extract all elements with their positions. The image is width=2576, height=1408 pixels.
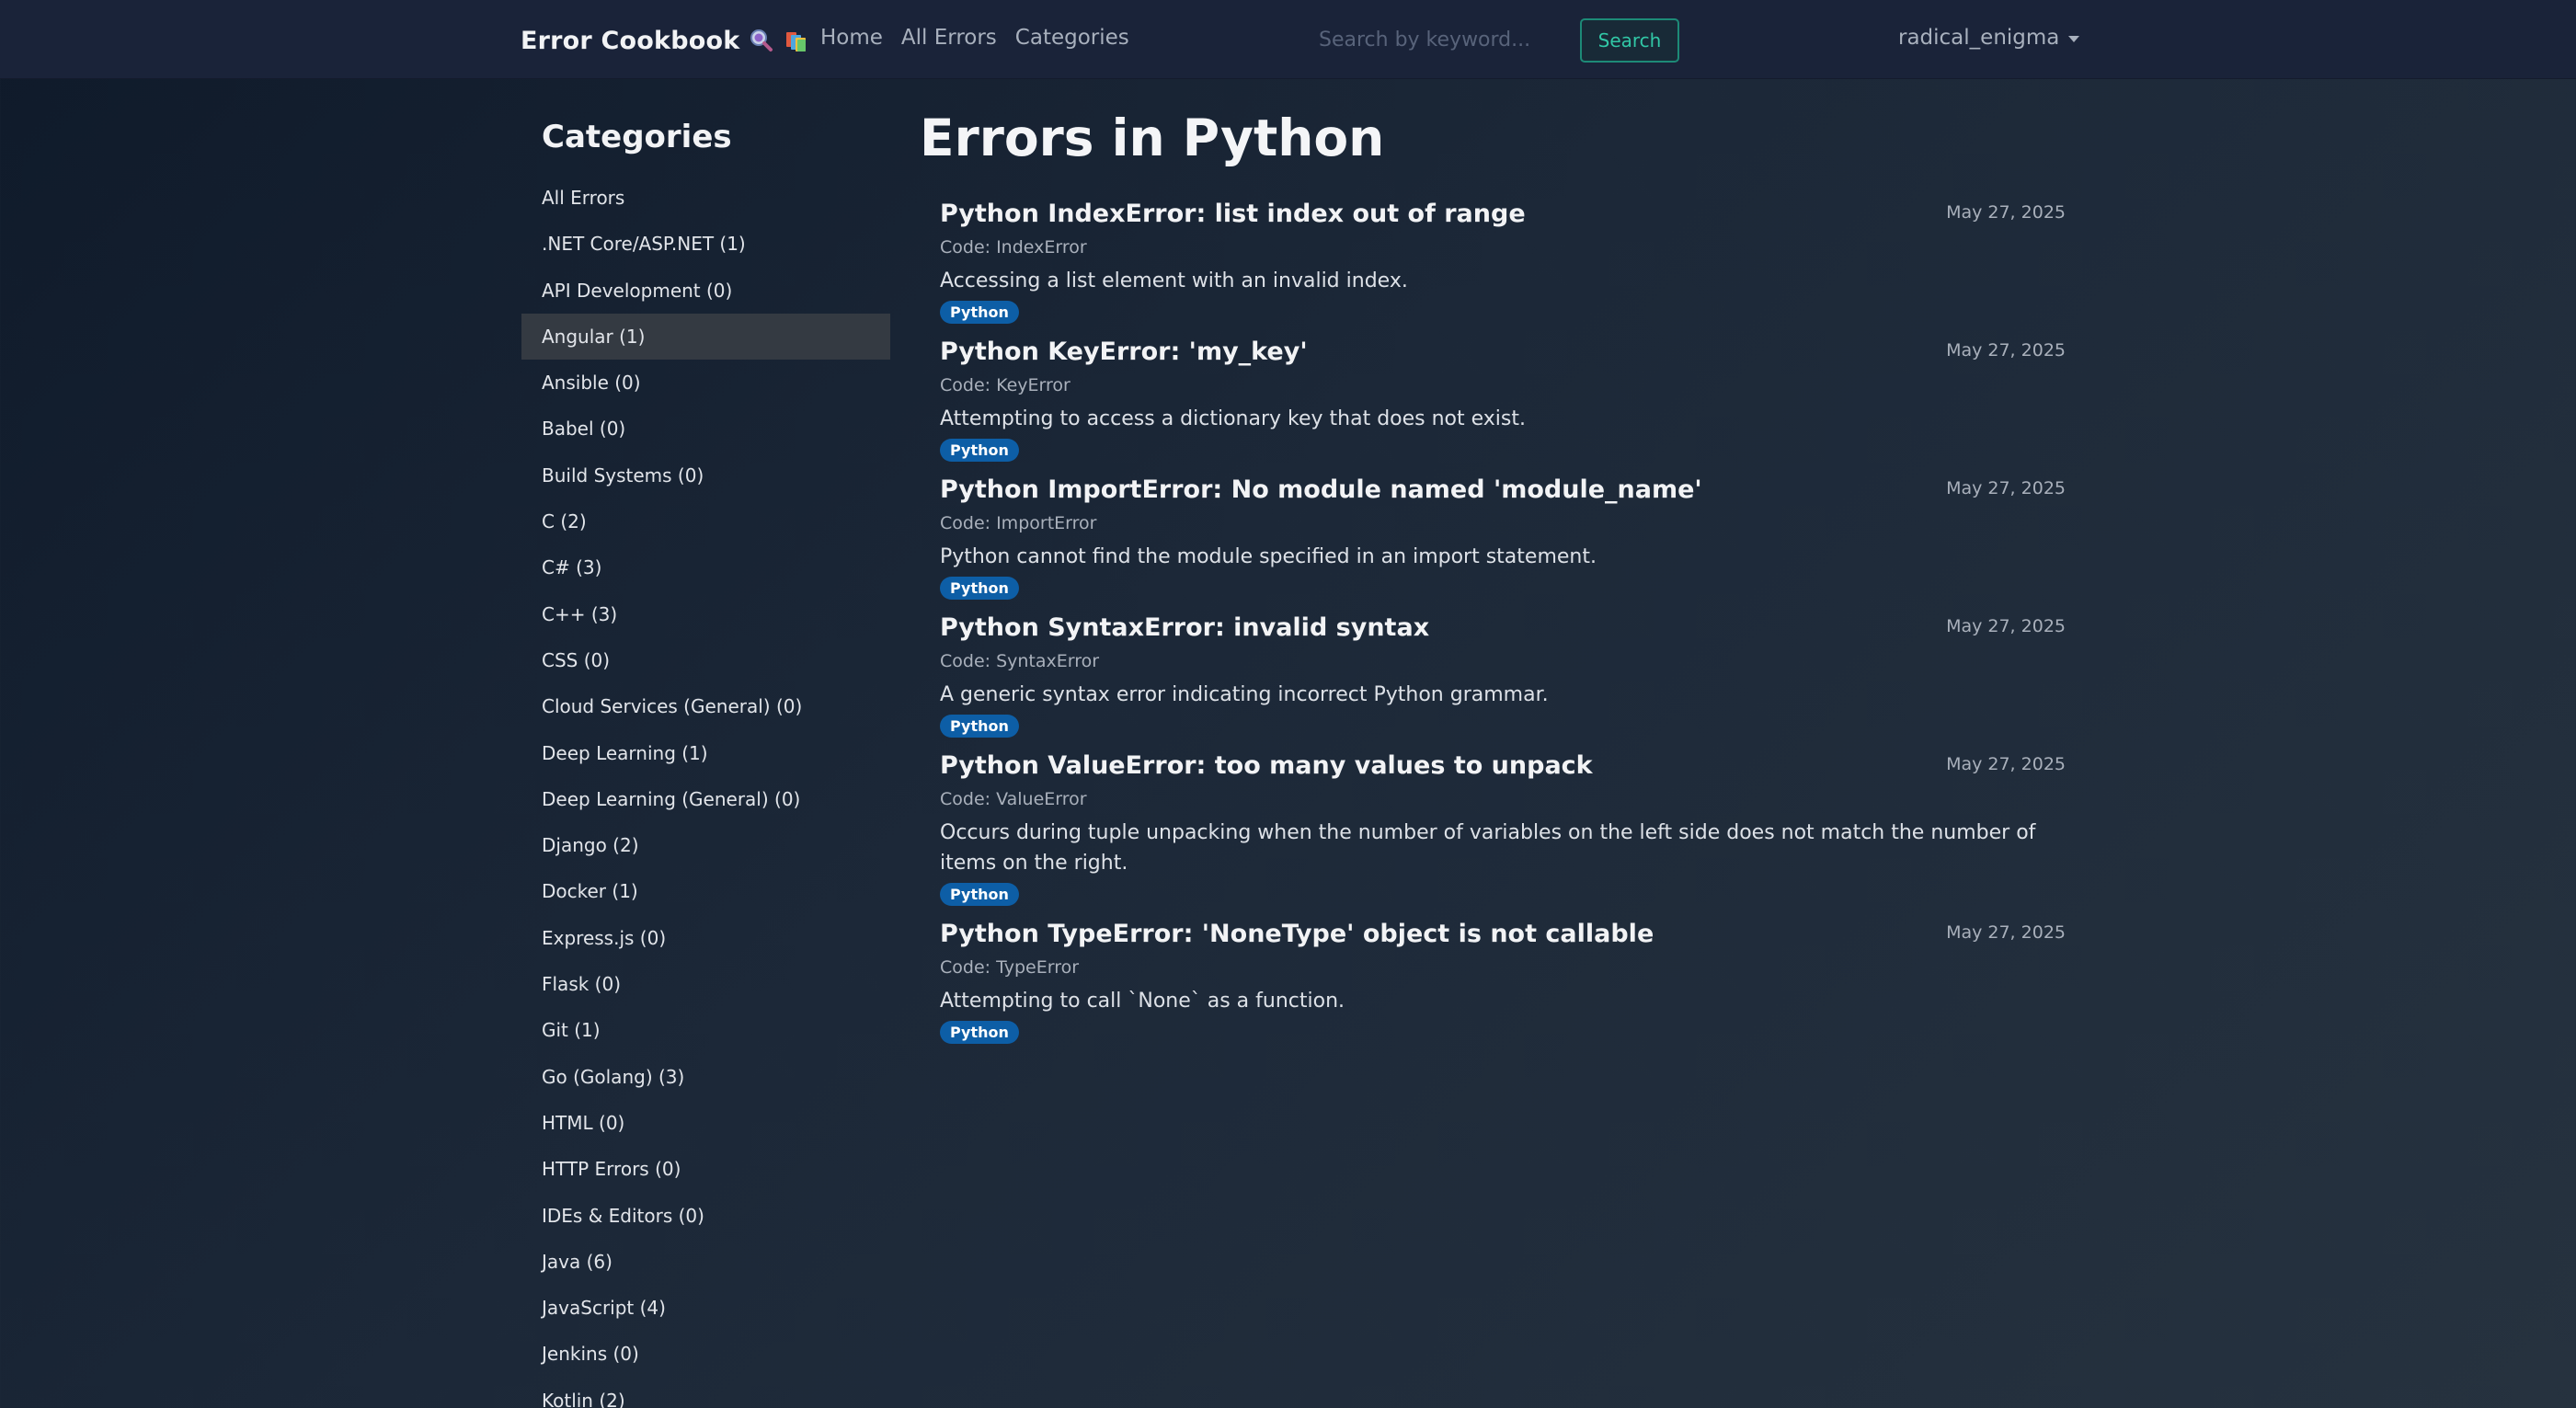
error-title-link[interactable]: Python ValueError: too many values to un… xyxy=(940,750,1933,782)
chevron-down-icon[interactable] xyxy=(2068,36,2080,42)
nav-link-all-errors[interactable]: All Errors xyxy=(901,26,997,50)
sidebar-item-category[interactable]: Jenkins (0) xyxy=(521,1331,890,1377)
language-tag-badge[interactable]: Python xyxy=(940,577,1019,600)
error-list: Python IndexError: list index out of ran… xyxy=(920,199,2080,1044)
tag-row: Python xyxy=(940,572,2080,600)
error-title-link[interactable]: Python KeyError: 'my_key' xyxy=(940,337,1933,368)
sidebar-item-category[interactable]: JavaScript (4) xyxy=(521,1285,890,1331)
error-description: Occurs during tuple unpacking when the n… xyxy=(940,821,2036,875)
error-date: May 27, 2025 xyxy=(1946,922,2066,943)
error-description: A generic syntax error indicating incorr… xyxy=(940,683,1549,706)
tag-row: Python xyxy=(940,878,2080,906)
sidebar-title: Categories xyxy=(542,119,732,155)
sidebar-item-category[interactable]: Build Systems (0) xyxy=(521,452,890,498)
error-list-item[interactable]: Python IndexError: list index out of ran… xyxy=(940,199,2080,324)
search-input[interactable] xyxy=(1304,20,1571,59)
tag-row: Python xyxy=(940,296,2080,324)
error-title-link[interactable]: Python IndexError: list index out of ran… xyxy=(940,199,1933,230)
sidebar-item-category[interactable]: Ansible (0) xyxy=(521,360,890,406)
error-description: Accessing a list element with an invalid… xyxy=(940,269,1408,292)
error-list-item[interactable]: Python ValueError: too many values to un… xyxy=(940,750,2080,906)
error-list-item[interactable]: Python SyntaxError: invalid syntax May 27… xyxy=(940,612,2080,738)
brand-title[interactable]: Error Cookbook xyxy=(521,27,739,55)
error-list-item[interactable]: Python ImportError: No module named 'mod… xyxy=(940,475,2080,600)
brand[interactable]: Error Cookbook xyxy=(521,24,809,57)
sidebar-item-category[interactable]: Express.js (0) xyxy=(521,915,890,961)
error-title-link[interactable]: Python SyntaxError: invalid syntax xyxy=(940,612,1933,644)
main-content: Errors in Python Python IndexError: list… xyxy=(920,103,2080,1057)
language-tag-badge[interactable]: Python xyxy=(940,439,1019,462)
error-code: Code: ValueError xyxy=(940,789,1087,809)
tag-row: Python xyxy=(940,710,2080,738)
error-date: May 27, 2025 xyxy=(1946,616,2066,636)
magnifier-icon xyxy=(749,28,774,53)
sidebar-item-category[interactable]: Kotlin (2) xyxy=(521,1378,890,1408)
sidebar-item-category[interactable]: Babel (0) xyxy=(521,406,890,452)
error-date: May 27, 2025 xyxy=(1946,478,2066,498)
sidebar-item-category[interactable]: Git (1) xyxy=(521,1007,890,1053)
error-date: May 27, 2025 xyxy=(1946,340,2066,361)
sidebar-item-category[interactable]: Deep Learning (1) xyxy=(521,730,890,776)
language-tag-badge[interactable]: Python xyxy=(940,715,1019,738)
categories-sidebar: Categories All Errors .NET Core/ASP.NET (… xyxy=(521,114,890,1408)
sidebar-item-category[interactable]: C (2) xyxy=(521,498,890,544)
nav-links: Home All Errors Categories xyxy=(820,26,1148,50)
error-date: May 27, 2025 xyxy=(1946,202,2066,223)
sidebar-item-category[interactable]: Angular (1) xyxy=(521,313,890,361)
category-list: All Errors .NET Core/ASP.NET (1) API Devel… xyxy=(521,175,890,1408)
error-title-link[interactable]: Python ImportError: No module named 'mod… xyxy=(940,475,1933,506)
error-list-item[interactable]: Python KeyError: 'my_key' May 27, 2025 Cod… xyxy=(940,337,2080,462)
books-icon xyxy=(784,28,809,53)
error-description: Attempting to call `None` as a function. xyxy=(940,990,1345,1013)
user-menu[interactable]: radical_enigma xyxy=(1898,26,2080,50)
page-title: Errors in Python xyxy=(920,109,1385,167)
error-code: Code: KeyError xyxy=(940,375,1070,395)
error-date: May 27, 2025 xyxy=(1946,754,2066,774)
error-code: Code: IndexError xyxy=(940,237,1087,258)
sidebar-item-category[interactable]: All Errors xyxy=(521,175,890,221)
nav-link-categories[interactable]: Categories xyxy=(1015,26,1129,50)
error-title-link[interactable]: Python TypeError: 'NoneType' object is n… xyxy=(940,919,1933,950)
nav-link-home[interactable]: Home xyxy=(820,26,883,50)
sidebar-item-category[interactable]: Go (Golang) (3) xyxy=(521,1054,890,1100)
sidebar-item-category[interactable]: Deep Learning (General) (0) xyxy=(521,776,890,822)
tag-row: Python xyxy=(940,1016,2080,1044)
sidebar-item-category[interactable]: HTTP Errors (0) xyxy=(521,1146,890,1192)
sidebar-item-category[interactable]: Docker (1) xyxy=(521,868,890,914)
language-tag-badge[interactable]: Python xyxy=(940,1021,1019,1044)
language-tag-badge[interactable]: Python xyxy=(940,883,1019,906)
sidebar-item-category[interactable]: API Development (0) xyxy=(521,268,890,314)
sidebar-item-category[interactable]: CSS (0) xyxy=(521,637,890,683)
error-code: Code: ImportError xyxy=(940,513,1097,533)
sidebar-item-category[interactable]: .NET Core/ASP.NET (1) xyxy=(521,221,890,267)
username[interactable]: radical_enigma xyxy=(1898,26,2059,50)
error-code: Code: SyntaxError xyxy=(940,651,1100,671)
sidebar-item-category[interactable]: Cloud Services (General) (0) xyxy=(521,683,890,729)
sidebar-item-category[interactable]: C# (3) xyxy=(521,544,890,590)
top-navbar: Error Cookbook Home All Errors Categorie… xyxy=(0,0,2576,79)
sidebar-item-category[interactable]: Flask (0) xyxy=(521,961,890,1007)
error-description: Python cannot find the module specified … xyxy=(940,545,1597,568)
search-button[interactable]: Search xyxy=(1580,18,1679,63)
sidebar-item-category[interactable]: Java (6) xyxy=(521,1239,890,1285)
sidebar-item-category[interactable]: C++ (3) xyxy=(521,591,890,637)
sidebar-item-category[interactable]: HTML (0) xyxy=(521,1100,890,1146)
error-description: Attempting to access a dictionary key th… xyxy=(940,407,1526,430)
sidebar-item-category[interactable]: Django (2) xyxy=(521,822,890,868)
error-code: Code: TypeError xyxy=(940,957,1080,978)
tag-row: Python xyxy=(940,434,2080,462)
sidebar-item-category[interactable]: IDEs & Editors (0) xyxy=(521,1193,890,1239)
error-list-item[interactable]: Python TypeError: 'NoneType' object is n… xyxy=(940,919,2080,1044)
language-tag-badge[interactable]: Python xyxy=(940,301,1019,324)
